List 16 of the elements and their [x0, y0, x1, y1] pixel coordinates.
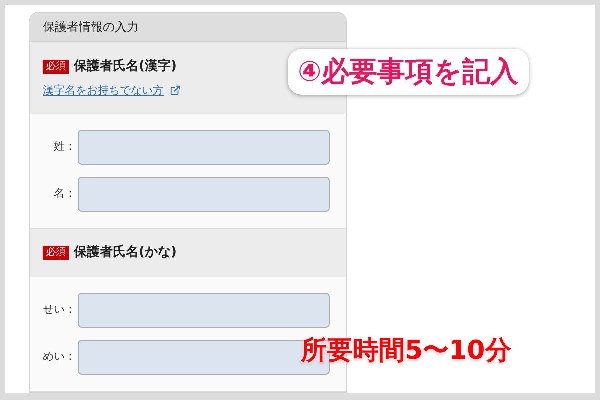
step-callout: ④必要事項を記入 — [288, 49, 529, 95]
input-field[interactable] — [78, 130, 330, 165]
external-link-icon — [170, 85, 181, 96]
required-badge: 必須 — [43, 246, 69, 260]
section-title: 保護者氏名(かな) — [74, 244, 177, 262]
section-title: 保護者氏名(漢字) — [74, 58, 177, 76]
time-note: 所要時間5〜10分 — [301, 335, 512, 368]
field-label: 名： — [53, 186, 77, 202]
input-field[interactable] — [78, 177, 330, 212]
field-label: せい： — [42, 302, 77, 318]
field-label: 姓： — [53, 139, 77, 156]
help-link[interactable]: 漢字名をお持ちでない方 — [43, 82, 164, 99]
panel-title: 保護者情報の入力 — [43, 19, 139, 36]
required-badge: 必須 — [43, 60, 69, 74]
input-field[interactable] — [78, 293, 330, 328]
field-label: めい： — [42, 349, 77, 366]
